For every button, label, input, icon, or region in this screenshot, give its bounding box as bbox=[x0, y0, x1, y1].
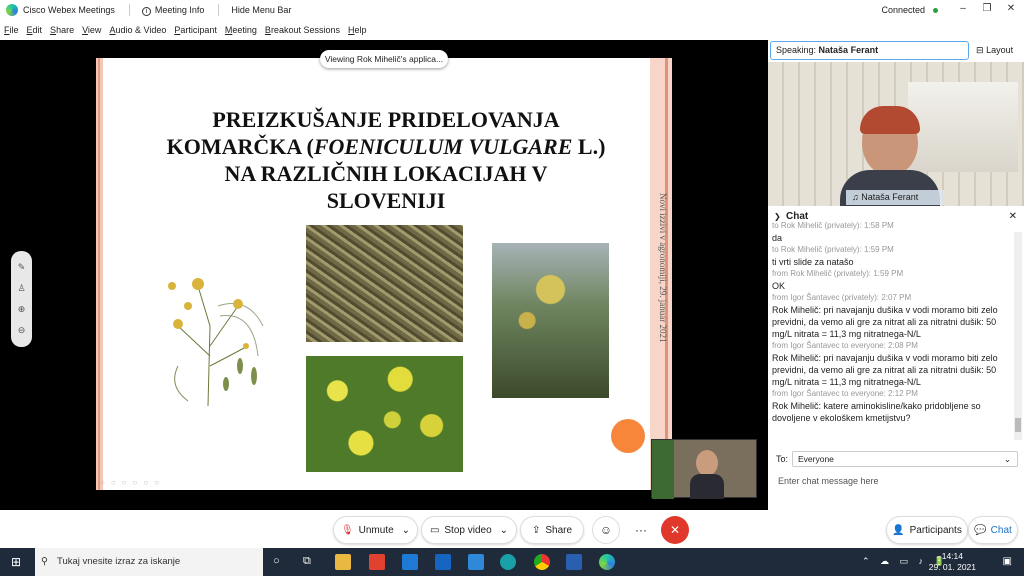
file-explorer-icon[interactable] bbox=[335, 554, 351, 570]
chat-message-text: OK bbox=[772, 281, 786, 291]
notifications-icon[interactable]: ▣ bbox=[1003, 556, 1012, 567]
chevron-down-icon[interactable]: ⌄ bbox=[500, 525, 508, 536]
chat-message-meta: from Igor Šantavec to everyone: 2:08 PM bbox=[772, 341, 918, 350]
chat-recipient-row: To: Everyone ⌄ bbox=[776, 451, 1020, 467]
menu-file[interactable]: File bbox=[4, 25, 19, 35]
taskbar-search[interactable]: ⚲ Tukaj vnesite izraz za iskanje bbox=[35, 548, 263, 576]
layout-icon: ⊟ bbox=[976, 45, 984, 55]
fennel-flowers-photo bbox=[306, 356, 463, 472]
chat-message-input[interactable]: Enter chat message here bbox=[778, 476, 1018, 486]
smiley-icon: ☺ bbox=[599, 523, 613, 537]
mail-icon[interactable] bbox=[468, 554, 484, 570]
muted-mic-icon: 🎙 bbox=[340, 524, 354, 536]
chat-message-meta: to Rok Mihelič (privately): 1:59 PM bbox=[772, 245, 894, 254]
self-view-video[interactable] bbox=[651, 439, 757, 499]
layout-button[interactable]: ⊟ Layout bbox=[976, 45, 1013, 56]
annotate-icon[interactable]: ✎ bbox=[18, 262, 26, 273]
chat-scrollbar[interactable] bbox=[1014, 232, 1022, 440]
chat-button[interactable]: 💬 Chat bbox=[968, 516, 1018, 544]
menu-audio-video[interactable]: Audio & Video bbox=[109, 25, 166, 35]
task-view-icon[interactable]: ⧉ bbox=[303, 555, 311, 568]
more-options-button[interactable]: ··· bbox=[627, 516, 655, 544]
maximize-icon[interactable]: ❐ bbox=[980, 3, 994, 14]
info-icon: i bbox=[141, 6, 151, 16]
chat-message-meta: from Rok Mihelič (privately): 1:59 PM bbox=[772, 269, 904, 278]
chat-message-text: Rok Mihelič: katere aminokisline/kako pr… bbox=[772, 401, 981, 423]
close-icon: ✕ bbox=[669, 523, 681, 537]
reactions-button[interactable]: ☺ bbox=[592, 516, 620, 544]
slide-annotation-toolbar[interactable]: ○○○○○○ bbox=[100, 478, 165, 487]
zoom-out-icon[interactable]: ⊖ bbox=[18, 325, 26, 336]
participants-button[interactable]: 👤 Participants bbox=[886, 516, 968, 544]
menu-view[interactable]: View bbox=[82, 25, 101, 35]
menu-edit[interactable]: Edit bbox=[27, 25, 43, 35]
chat-log[interactable]: to Rok Mihelič (privately): 1:58 PM da to … bbox=[768, 220, 1014, 437]
chat-message-text: ti vrti slide za natašo bbox=[772, 257, 854, 267]
cortana-icon[interactable]: ○ bbox=[273, 555, 280, 567]
right-panel: Speaking: Nataša Ferant ⊟ Layout ♫ Nataš… bbox=[768, 40, 1024, 510]
chevron-down-icon[interactable]: ⌄ bbox=[402, 525, 410, 536]
remote-control-icon[interactable]: ♙ bbox=[17, 283, 25, 294]
shared-slide: PREIZKUŠANJE PRIDELOVANJA KOMARČKA (FOEN… bbox=[96, 58, 672, 490]
recipient-select[interactable]: Everyone ⌄ bbox=[792, 451, 1018, 467]
chat-message-meta: from Igor Šantavec (privately): 2:07 PM bbox=[772, 293, 912, 302]
connection-status: Connected bbox=[881, 5, 938, 15]
slide-side-text: Novi izzivi v agronomiji, 29. januar 202… bbox=[658, 193, 668, 343]
chat-bubble-icon: 💬 bbox=[974, 524, 987, 536]
taskbar-clock[interactable]: 14:14 29. 01. 2021 bbox=[929, 551, 976, 573]
mic-icon: ♫ bbox=[852, 192, 859, 202]
word-icon[interactable] bbox=[566, 554, 582, 570]
video-camera-icon: ▭ bbox=[429, 524, 440, 536]
menu-meeting[interactable]: Meeting bbox=[225, 25, 257, 35]
hide-menu-bar-button[interactable]: Hide Menu Bar bbox=[231, 5, 291, 15]
menu-bar: File Edit Share View Audio & Video Parti… bbox=[0, 20, 1024, 40]
webex-taskbar-icon[interactable] bbox=[599, 554, 615, 570]
fennel-plant-photo bbox=[492, 243, 609, 398]
speaking-indicator: Speaking: Nataša Ferant bbox=[770, 41, 969, 60]
active-speaker-video: ♫ Nataša Ferant bbox=[768, 62, 1024, 206]
share-icon: ⇪ bbox=[531, 524, 541, 536]
more-icon: ··· bbox=[635, 523, 647, 537]
video-name-tag: ♫ Nataša Ferant bbox=[846, 190, 944, 205]
chat-message-meta: from Igor Šantavec to everyone: 2:12 PM bbox=[772, 389, 918, 398]
menu-share[interactable]: Share bbox=[50, 25, 74, 35]
menu-breakout-sessions[interactable]: Breakout Sessions bbox=[265, 25, 340, 35]
menu-help[interactable]: Help bbox=[348, 25, 367, 35]
connected-dot-icon bbox=[933, 8, 938, 14]
taskbar: ⊞ ⚲ Tukaj vnesite izraz za iskanje ○ ⧉ ⌃… bbox=[0, 548, 1024, 576]
office-icon[interactable] bbox=[369, 554, 385, 570]
close-icon[interactable]: ✕ bbox=[1004, 3, 1018, 14]
menu-participant[interactable]: Participant bbox=[174, 25, 217, 35]
person-icon: 👤 bbox=[892, 524, 905, 536]
minimize-icon[interactable]: – bbox=[956, 3, 970, 14]
outlook-icon[interactable] bbox=[435, 554, 451, 570]
chevron-down-icon: ⌄ bbox=[1003, 454, 1011, 464]
fennel-illustration bbox=[168, 278, 264, 407]
windows-start-icon[interactable]: ⊞ bbox=[11, 555, 21, 569]
chat-message-text: Rok Mihelič: pri navajanju dušika v vodi… bbox=[772, 305, 998, 339]
webex-logo-icon bbox=[6, 4, 18, 16]
zoom-toolbar: ✎ ♙ ⊕ ⊖ bbox=[11, 251, 32, 347]
search-icon: ⚲ bbox=[41, 556, 48, 567]
chat-message-text: Rok Mihelič: pri navajanju dušika v vodi… bbox=[772, 353, 998, 387]
unmute-button[interactable]: 🎙 Unmute ⌄ bbox=[333, 516, 418, 544]
edge-legacy-icon[interactable] bbox=[402, 554, 418, 570]
viewing-banner[interactable]: Viewing Rok Mihelič's applica... bbox=[320, 50, 448, 68]
chrome-icon[interactable] bbox=[534, 554, 550, 570]
leave-meeting-button[interactable]: ✕ bbox=[661, 516, 689, 544]
stop-video-button[interactable]: ▭ Stop video ⌄ bbox=[421, 516, 517, 544]
chat-message-meta: to Rok Mihelič (privately): 1:58 PM bbox=[772, 221, 894, 230]
share-button[interactable]: ⇪ Share bbox=[520, 516, 584, 544]
title-bar: Cisco Webex Meetings i Meeting Info Hide … bbox=[0, 0, 1024, 20]
app-title: Cisco Webex Meetings bbox=[23, 5, 115, 15]
fennel-seeds-photo bbox=[306, 225, 463, 342]
meeting-info-button[interactable]: i Meeting Info bbox=[141, 5, 204, 16]
slide-title: PREIZKUŠANJE PRIDELOVANJA KOMARČKA (FOEN… bbox=[166, 107, 606, 213]
orange-dot bbox=[611, 419, 645, 453]
chat-message-text: da bbox=[772, 233, 783, 243]
zoom-in-icon[interactable]: ⊕ bbox=[18, 304, 26, 315]
edge-icon[interactable] bbox=[500, 554, 516, 570]
control-bar: 🎙 Unmute ⌄ ▭ Stop video ⌄ ⇪ Share ☺ ··· ✕ 👤 Pa… bbox=[0, 510, 1024, 548]
